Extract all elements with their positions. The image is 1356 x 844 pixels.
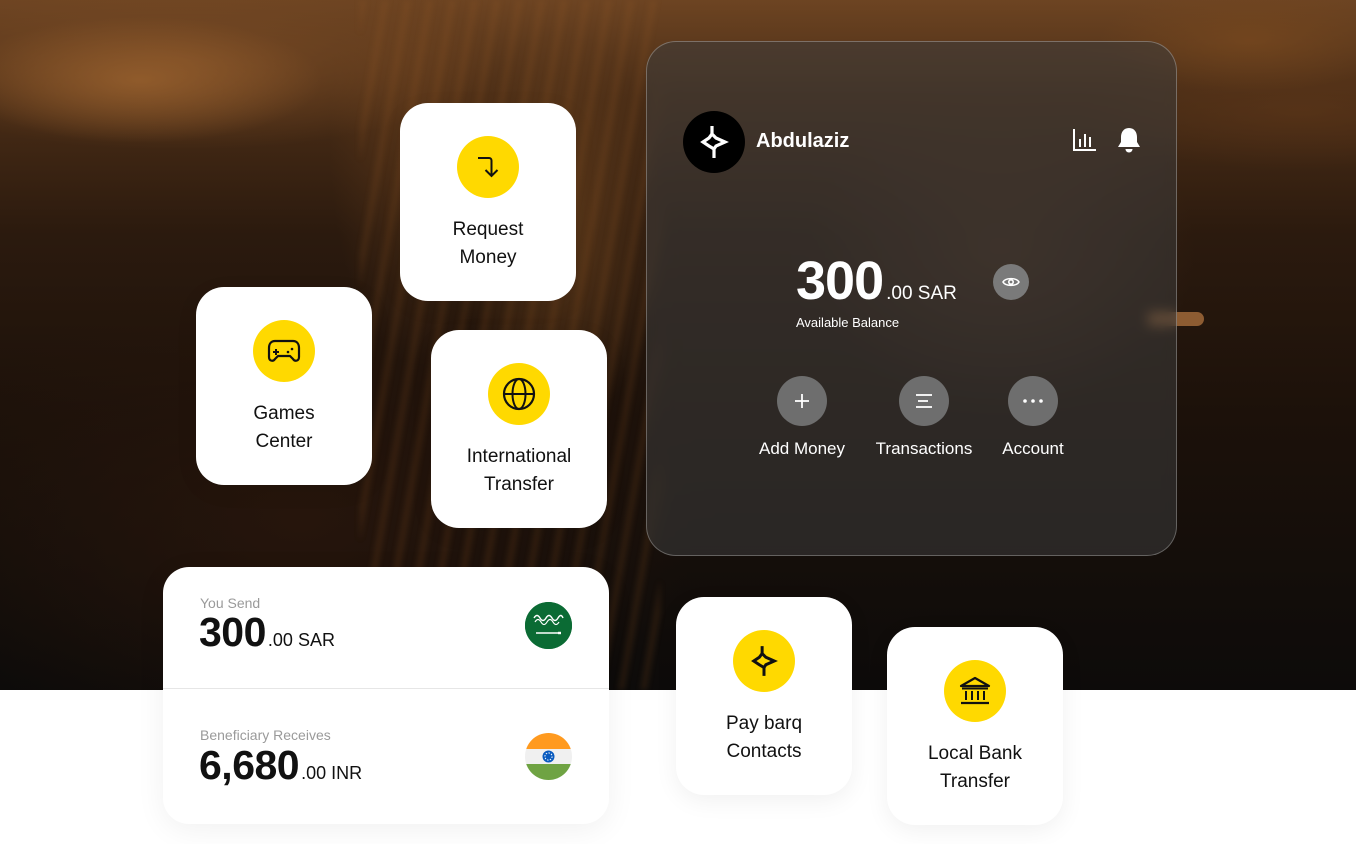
account-circle xyxy=(1008,376,1058,426)
barq-logo-icon xyxy=(700,126,729,158)
pay-barq-contacts-icon-circle xyxy=(733,630,795,692)
beneficiary-receives-amount-integer: 6,680 xyxy=(199,742,300,788)
notifications-button[interactable] xyxy=(1115,126,1143,154)
bell-icon xyxy=(1118,128,1140,153)
stats-chart-icon xyxy=(1073,129,1096,151)
saudi-arabia-flag-icon[interactable] xyxy=(525,602,572,649)
local-bank-transfer-icon-circle xyxy=(944,660,1006,722)
balance-label: Available Balance xyxy=(796,315,900,330)
eye-icon xyxy=(1002,277,1020,287)
add-money-button[interactable]: Add Money xyxy=(742,376,862,459)
you-send-amount-integer: 300 xyxy=(199,609,266,655)
currency-exchange-card: You Send 300.00 SAR Beneficiary Receives… xyxy=(163,567,609,824)
balance-decimal-currency: .00 SAR xyxy=(886,283,957,304)
user-name: Abdulaziz xyxy=(756,130,850,152)
transactions-label: Transactions xyxy=(875,439,973,458)
more-dots-icon xyxy=(1023,399,1043,403)
international-transfer-icon-circle xyxy=(488,363,550,425)
list-icon xyxy=(916,394,932,408)
transactions-circle xyxy=(899,376,949,426)
india-flag-graphic xyxy=(525,733,572,780)
request-money-label: Request Money xyxy=(452,219,524,268)
you-send-amount-decimal-currency: .00 SAR xyxy=(267,630,335,650)
india-flag-icon[interactable] xyxy=(525,733,572,780)
wallet-card: Abdulaziz 300.00 SAR Available Balance A… xyxy=(646,41,1177,556)
stats-button[interactable] xyxy=(1071,126,1099,154)
request-money-tile[interactable]: Request Money xyxy=(400,103,576,301)
games-center-tile[interactable]: Games Center xyxy=(196,287,372,485)
local-bank-transfer-label: Local Bank Transfer xyxy=(927,743,1022,792)
games-center-label: Games Center xyxy=(253,403,315,452)
gamepad-icon xyxy=(267,339,301,362)
beneficiary-receives-amount-decimal-currency: .00 INR xyxy=(301,763,363,783)
international-transfer-tile[interactable]: International Transfer xyxy=(431,330,607,528)
beneficiary-receives-amount: 6,680.00 INR xyxy=(199,742,362,789)
transactions-button[interactable]: Transactions xyxy=(864,376,984,459)
international-transfer-label: International Transfer xyxy=(466,446,572,495)
beneficiary-receives-row[interactable]: Beneficiary Receives 6,680.00 INR xyxy=(163,689,609,824)
pay-barq-contacts-label: Pay barq Contacts xyxy=(725,713,803,762)
request-arrow-icon xyxy=(478,157,499,178)
saudi-arabia-flag-graphic xyxy=(525,602,572,649)
local-bank-transfer-tile[interactable]: Local Bank Transfer xyxy=(887,627,1063,825)
balance-amount: 300.00 SAR xyxy=(796,250,957,312)
add-money-circle xyxy=(777,376,827,426)
add-money-label: Add Money xyxy=(759,439,845,458)
you-send-row[interactable]: You Send 300.00 SAR xyxy=(163,567,609,689)
games-center-icon-circle xyxy=(253,320,315,382)
plus-icon xyxy=(795,394,809,408)
globe-icon xyxy=(502,377,536,411)
pay-barq-contacts-tile[interactable]: Pay barq Contacts xyxy=(676,597,852,795)
account-button[interactable]: Account xyxy=(973,376,1093,459)
beneficiary-receives-label: Beneficiary Receives xyxy=(200,727,331,743)
barq-logo-icon xyxy=(751,646,778,676)
bank-icon xyxy=(959,676,991,705)
toggle-balance-visibility-button[interactable] xyxy=(993,264,1029,300)
request-money-icon-circle xyxy=(457,136,519,198)
avatar[interactable] xyxy=(683,111,745,173)
balance-integer: 300 xyxy=(796,251,884,311)
you-send-amount: 300.00 SAR xyxy=(199,609,335,656)
account-label: Account xyxy=(1002,439,1064,458)
